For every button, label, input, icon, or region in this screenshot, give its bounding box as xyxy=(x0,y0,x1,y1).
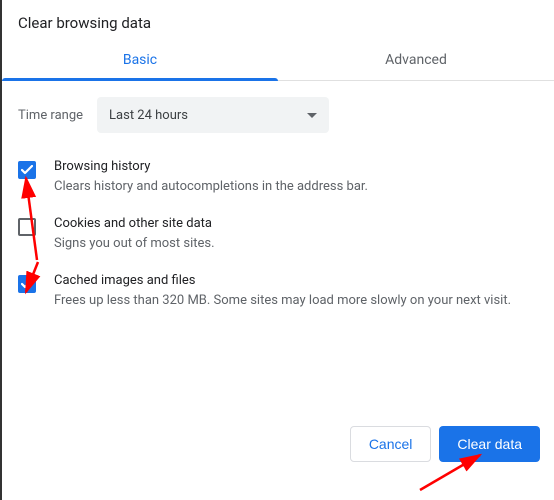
time-range-value: Last 24 hours xyxy=(109,108,188,123)
dialog-title: Clear browsing data xyxy=(2,0,554,42)
cancel-button[interactable]: Cancel xyxy=(350,426,432,462)
option-title: Cached images and files xyxy=(54,273,538,288)
option-body: Browsing history Clears history and autoc… xyxy=(54,159,538,196)
tab-advanced[interactable]: Advanced xyxy=(278,42,554,80)
option-row-cookies: Cookies and other site data Signs you out… xyxy=(18,206,538,263)
clear-data-button[interactable]: Clear data xyxy=(439,426,540,462)
options-list: Browsing history Clears history and autoc… xyxy=(2,141,554,321)
chevron-down-icon xyxy=(307,108,317,123)
checkbox-cookies[interactable] xyxy=(18,218,36,236)
option-title: Browsing history xyxy=(54,159,538,174)
tab-basic[interactable]: Basic xyxy=(2,42,278,80)
option-row-browsing-history: Browsing history Clears history and autoc… xyxy=(18,149,538,206)
checkbox-browsing-history[interactable] xyxy=(18,161,36,179)
checkbox-cache[interactable] xyxy=(18,275,36,293)
time-range-label: Time range xyxy=(18,108,83,123)
dialog-footer: Cancel Clear data xyxy=(350,426,540,462)
time-range-select[interactable]: Last 24 hours xyxy=(97,97,329,133)
tabs: Basic Advanced xyxy=(2,42,554,81)
option-description: Frees up less than 320 MB. Some sites ma… xyxy=(54,292,538,310)
option-title: Cookies and other site data xyxy=(54,216,538,231)
option-description: Signs you out of most sites. xyxy=(54,235,538,253)
option-body: Cookies and other site data Signs you out… xyxy=(54,216,538,253)
option-body: Cached images and files Frees up less tha… xyxy=(54,273,538,310)
time-range-row: Time range Last 24 hours xyxy=(2,81,554,141)
option-row-cache: Cached images and files Frees up less tha… xyxy=(18,263,538,320)
option-description: Clears history and autocompletions in th… xyxy=(54,178,538,196)
